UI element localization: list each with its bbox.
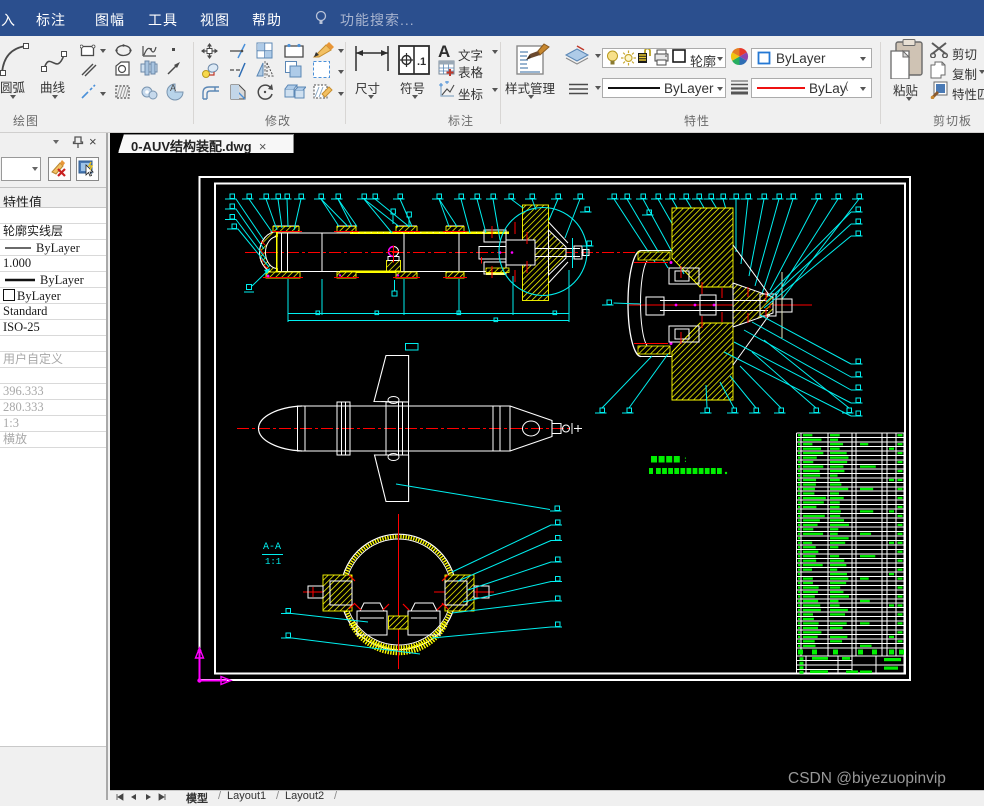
svg-text:1:1: 1:1 — [265, 557, 281, 567]
svg-text:.1: .1 — [417, 56, 426, 68]
svg-text:ByLayer: ByLayer — [17, 289, 62, 303]
svg-text:ByLayer: ByLayer — [40, 273, 85, 287]
svg-text::: : — [683, 456, 688, 465]
svg-text:A-A: A-A — [263, 542, 281, 553]
svg-text:A: A — [170, 83, 176, 93]
svg-text:ByLayer: ByLayer — [36, 241, 81, 255]
